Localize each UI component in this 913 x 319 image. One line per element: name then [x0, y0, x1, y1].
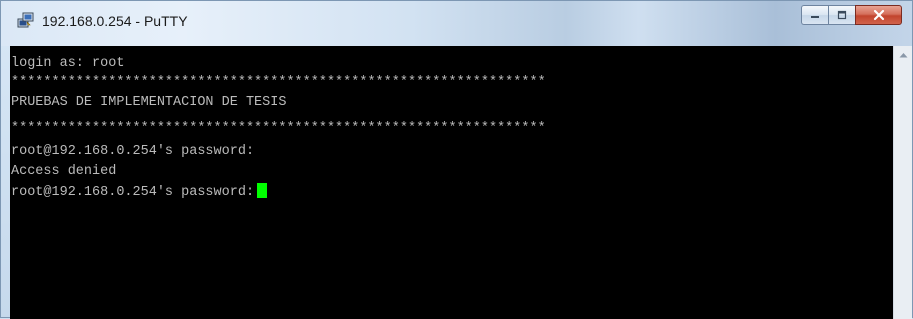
- terminal-line: ****************************************…: [11, 121, 546, 136]
- terminal-prompt-text: root@192.168.0.254's password:: [11, 185, 255, 200]
- window-title: 192.168.0.254 - PuTTY: [42, 13, 188, 29]
- putty-icon[interactable]: [17, 12, 35, 30]
- minimize-button[interactable]: [801, 5, 828, 25]
- terminal-prompt-line: root@192.168.0.254's password:: [11, 183, 268, 200]
- minimize-icon: [811, 16, 819, 18]
- terminal-line: ****************************************…: [11, 75, 546, 90]
- close-button[interactable]: [855, 5, 902, 25]
- putty-window: 192.168.0.254 - PuTTY login as: root ***…: [0, 0, 913, 319]
- maximize-icon: [837, 10, 847, 20]
- scroll-up-button[interactable]: [894, 46, 912, 64]
- scroll-up-arrow-icon: [899, 53, 907, 58]
- terminal-screen[interactable]: login as: root *************************…: [10, 46, 893, 319]
- terminal-line: root@192.168.0.254's password:: [11, 144, 255, 159]
- maximize-button[interactable]: [828, 5, 855, 25]
- terminal-line: PRUEBAS DE IMPLEMENTACION DE TESIS: [11, 95, 287, 110]
- text-cursor: [257, 183, 268, 198]
- terminal-line: Access denied: [11, 164, 117, 179]
- vertical-scrollbar[interactable]: [893, 46, 912, 319]
- title-bar[interactable]: 192.168.0.254 - PuTTY: [1, 1, 912, 46]
- terminal-line: login as: root: [11, 56, 125, 71]
- close-icon: [873, 9, 884, 21]
- window-controls: [801, 5, 902, 25]
